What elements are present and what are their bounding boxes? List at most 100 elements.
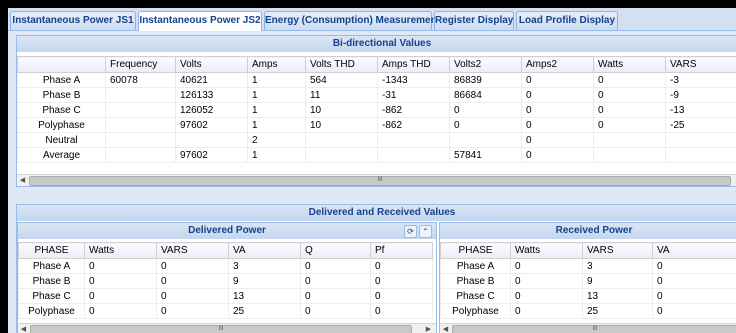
bidir-column-header[interactable]: Watts <box>593 56 666 73</box>
table-row[interactable]: Phase C 0 13 0 <box>440 288 736 304</box>
row-label: Phase C <box>440 288 511 304</box>
table-cell: 25 <box>582 303 653 319</box>
arrow-left-icon[interactable]: ◀ <box>440 324 451 333</box>
collapse-icon[interactable]: ⌃ <box>419 225 432 238</box>
scroll-thumb[interactable]: III <box>452 325 736 333</box>
table-cell: 1 <box>247 117 306 133</box>
table-cell: 60078 <box>105 72 176 88</box>
app-frame: Instantaneous Power JS1 Instantaneous Po… <box>8 8 736 333</box>
table-cell: 0 <box>370 273 433 289</box>
table-row[interactable]: Phase A 60078 40621 1 564 -1343 86839 0 0 -3 <box>17 72 736 88</box>
table-cell: 57841 <box>449 147 522 163</box>
table-cell: 0 <box>449 117 522 133</box>
bidirectional-hscrollbar[interactable]: ◀ III <box>17 174 736 186</box>
received-power-panel: Received Power PHASE Watts VARS VA Phase A0… <box>439 222 736 333</box>
table-cell: 0 <box>510 258 583 274</box>
tab-register-display[interactable]: Register Display <box>434 11 514 30</box>
deliv-column-header[interactable]: PHASE <box>18 242 85 259</box>
arrow-left-icon[interactable]: ◀ <box>18 324 29 333</box>
recv-column-header[interactable]: VA <box>652 242 736 259</box>
bidir-column-header[interactable]: Frequency <box>105 56 176 73</box>
table-cell: 0 <box>84 303 157 319</box>
scroll-thumb[interactable]: III <box>29 176 731 186</box>
tab-load-profile-display[interactable]: Load Profile Display <box>516 11 618 30</box>
table-cell: 0 <box>84 258 157 274</box>
table-cell: 3 <box>582 258 653 274</box>
table-cell <box>175 132 248 148</box>
table-cell: 126052 <box>175 102 248 118</box>
deliv-column-header[interactable]: VARS <box>156 242 229 259</box>
table-row[interactable]: Phase A00300 <box>18 258 433 274</box>
table-row[interactable]: Phase B090 <box>440 273 736 289</box>
arrow-right-icon[interactable]: ▶ <box>423 324 434 333</box>
table-cell: -25 <box>665 117 736 133</box>
table-cell: -31 <box>377 87 450 103</box>
table-cell: 126133 <box>175 87 248 103</box>
table-cell: 0 <box>300 303 371 319</box>
bidir-column-header[interactable]: Volts <box>175 56 248 73</box>
table-row[interactable]: Phase B00900 <box>18 273 433 289</box>
recv-column-header[interactable]: VARS <box>582 242 653 259</box>
bidir-column-header[interactable]: Volts THD <box>305 56 378 73</box>
bidir-column-header[interactable]: Amps THD <box>377 56 450 73</box>
table-cell: 0 <box>84 288 157 304</box>
deliv-column-header[interactable]: VA <box>228 242 301 259</box>
table-cell: 0 <box>156 303 229 319</box>
received-hscrollbar[interactable]: ◀ III <box>440 323 736 333</box>
deliv-column-header[interactable]: Watts <box>84 242 157 259</box>
row-label: Polyphase <box>18 303 85 319</box>
table-row[interactable]: Polyphase 97602 1 10 -862 0 0 0 -25 <box>17 117 736 133</box>
row-label: Phase B <box>17 87 106 103</box>
table-cell: 0 <box>521 102 594 118</box>
deliv-column-header[interactable]: Pf <box>370 242 433 259</box>
deliv-column-header[interactable]: Q <box>300 242 371 259</box>
table-cell <box>449 132 522 148</box>
table-cell: -862 <box>377 117 450 133</box>
arrow-left-icon[interactable]: ◀ <box>17 175 28 186</box>
table-cell: 86839 <box>449 72 522 88</box>
table-cell: 0 <box>593 72 666 88</box>
table-row[interactable]: Phase C 0 0 13 0 0 <box>18 288 433 304</box>
row-label: Polyphase <box>17 117 106 133</box>
table-row[interactable]: Phase A030 <box>440 258 736 274</box>
table-cell: 0 <box>370 303 433 319</box>
table-cell: 3 <box>228 258 301 274</box>
tab-instantaneous-power-js2[interactable]: Instantaneous Power JS2 <box>138 11 262 31</box>
recv-column-header[interactable]: PHASE <box>440 242 511 259</box>
tab-energy-measurements[interactable]: Energy (Consumption) Measurements <box>264 11 446 30</box>
table-cell: 1 <box>247 87 306 103</box>
table-cell: 564 <box>305 72 378 88</box>
table-cell: -3 <box>665 72 736 88</box>
recv-column-header[interactable]: Watts <box>510 242 583 259</box>
table-cell: 0 <box>593 102 666 118</box>
table-cell: 11 <box>305 87 378 103</box>
table-cell: 0 <box>521 72 594 88</box>
bidir-column-header[interactable]: Amps <box>247 56 306 73</box>
table-cell: 0 <box>510 273 583 289</box>
table-cell: 0 <box>370 258 433 274</box>
table-cell: 0 <box>593 117 666 133</box>
scroll-thumb[interactable]: III <box>30 325 412 333</box>
bidir-column-header[interactable]: Amps2 <box>521 56 594 73</box>
table-row[interactable]: Neutral 2 0 <box>17 132 736 148</box>
row-label: Phase C <box>17 102 106 118</box>
table-cell <box>305 132 378 148</box>
table-cell: 97602 <box>175 117 248 133</box>
table-cell: 0 <box>652 258 736 274</box>
table-row[interactable]: Polyphase 0 0 25 0 0 <box>18 303 433 319</box>
table-cell <box>105 117 176 133</box>
table-row[interactable]: Phase C 126052 1 10 -862 0 0 0 -13 <box>17 102 736 118</box>
table-cell: 0 <box>300 273 371 289</box>
refresh-icon[interactable]: ⟳ <box>404 225 417 238</box>
table-row[interactable]: Polyphase 0 25 0 <box>440 303 736 319</box>
bidir-column-header[interactable]: Volts2 <box>449 56 522 73</box>
table-row[interactable]: Phase B 126133 1 11 -31 86684 0 0 -9 <box>17 87 736 103</box>
table-cell: 0 <box>156 258 229 274</box>
delivered-hscrollbar[interactable]: ◀ III ▶ <box>18 323 436 333</box>
table-cell <box>665 147 736 163</box>
table-cell: -862 <box>377 102 450 118</box>
table-row[interactable]: Average 97602 1 57841 0 <box>17 147 736 163</box>
tab-instantaneous-power-js1[interactable]: Instantaneous Power JS1 <box>10 11 136 30</box>
bidir-column-header[interactable] <box>17 56 106 73</box>
bidir-column-header[interactable]: VARS <box>665 56 736 73</box>
